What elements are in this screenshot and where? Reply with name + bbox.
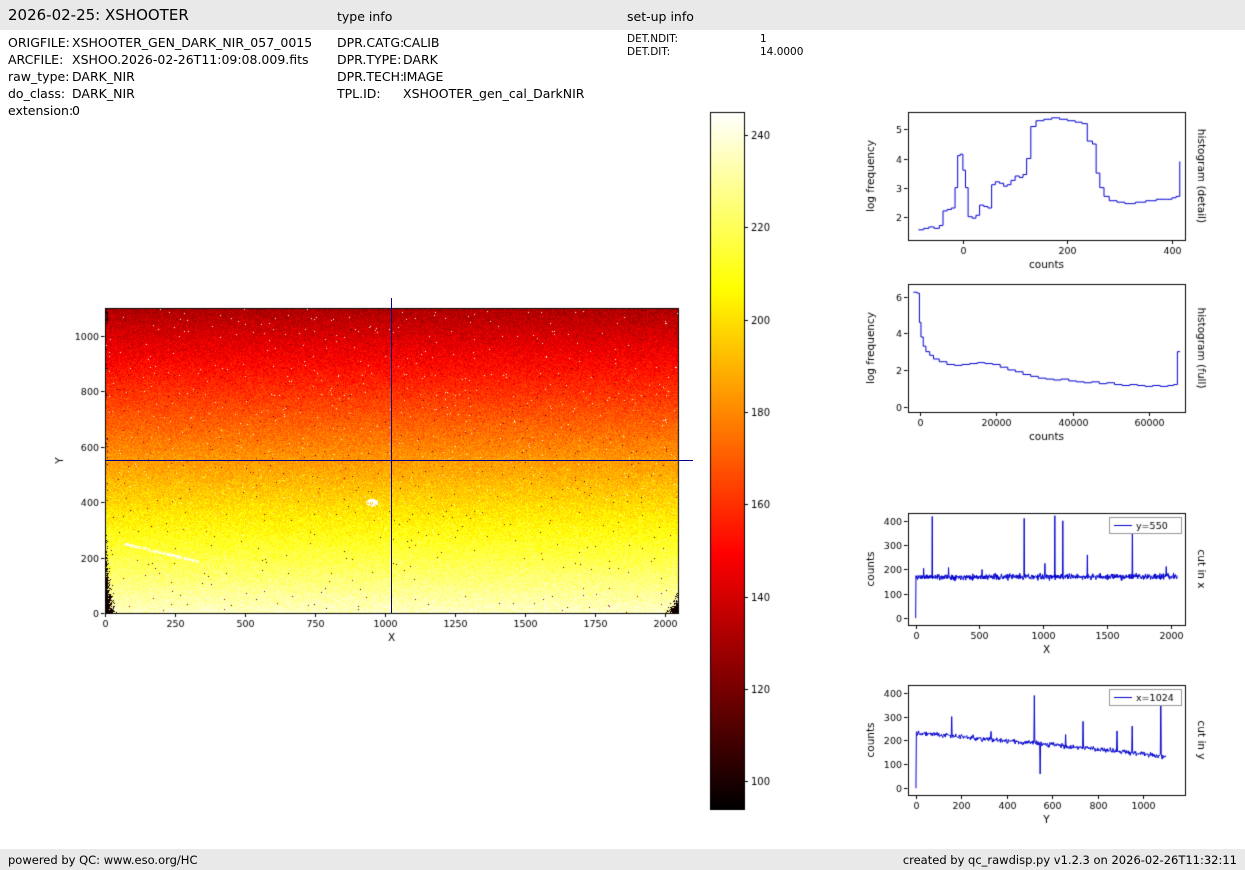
meta-det-ndit: DET.NDIT: 1 (627, 33, 803, 46)
crosshair-horizontal-line (105, 460, 693, 461)
cut-in-y-chart (855, 674, 1245, 849)
meta-extension: extension: 0 (8, 102, 312, 119)
meta-tpl-id: TPL.ID: XSHOOTER_gen_cal_DarkNIR (337, 85, 584, 102)
meta-dpr-tech: DPR.TECH: IMAGE (337, 68, 584, 85)
meta-label: TPL.ID: (337, 86, 381, 101)
meta-raw-type: raw_type: DARK_NIR (8, 68, 312, 85)
histogram-full-chart (855, 272, 1245, 460)
type-info-heading: type info (337, 9, 393, 24)
meta-label: DPR.TYPE: (337, 52, 402, 67)
meta-do-class: do_class: DARK_NIR (8, 85, 312, 102)
setup-info-heading: set-up info (627, 9, 694, 24)
type-info-block: DPR.CATG: CALIB DPR.TYPE: DARK DPR.TECH: IM… (337, 34, 584, 102)
detector-image-canvas (35, 295, 715, 660)
meta-value: 14.0000 (760, 46, 804, 58)
meta-value: XSHOOTER_GEN_DARK_NIR_057_0015 (72, 35, 313, 50)
meta-value: 1 (760, 33, 767, 45)
meta-label: raw_type: (8, 69, 70, 84)
meta-value: DARK_NIR (72, 86, 135, 101)
meta-value: XSHOOTER_gen_cal_DarkNIR (403, 86, 585, 101)
footer-created-by: created by qc_rawdisp.py v1.2.3 on 2026-… (902, 853, 1237, 867)
meta-label: ORIGFILE: (8, 35, 70, 50)
meta-value: 0 (72, 103, 80, 118)
meta-value: DARK_NIR (72, 69, 135, 84)
histogram-detail-canvas (855, 100, 1245, 288)
meta-value: XSHOO.2026-02-26T11:09:08.009.fits (72, 52, 309, 67)
footer-powered-by: powered by QC: www.eso.org/HC (8, 853, 198, 867)
meta-label: extension: (8, 103, 74, 118)
setup-info-block: DET.NDIT: 1 DET.DIT: 14.0000 (627, 33, 803, 59)
meta-value: CALIB (403, 35, 440, 50)
detector-image-heatmap (35, 295, 715, 660)
colorbar (700, 100, 820, 815)
footer-bar: powered by QC: www.eso.org/HC created by… (0, 849, 1245, 870)
meta-dpr-catg: DPR.CATG: CALIB (337, 34, 584, 51)
meta-label: DET.NDIT: (627, 33, 679, 45)
meta-label: DPR.CATG: (337, 35, 405, 50)
crosshair-vertical-line (391, 298, 392, 613)
meta-dpr-type: DPR.TYPE: DARK (337, 51, 584, 68)
colorbar-canvas (700, 100, 820, 815)
meta-origfile: ORIGFILE: XSHOOTER_GEN_DARK_NIR_057_0015 (8, 34, 312, 51)
file-metadata-block: ORIGFILE: XSHOOTER_GEN_DARK_NIR_057_0015 … (8, 34, 312, 119)
histogram-detail-chart (855, 100, 1245, 288)
meta-label: DET.DIT: (627, 46, 671, 58)
cut-in-y-canvas (855, 674, 1245, 849)
meta-value: DARK (403, 52, 438, 67)
cut-in-x-canvas (855, 500, 1245, 688)
meta-det-dit: DET.DIT: 14.0000 (627, 46, 803, 59)
meta-label: DPR.TECH: (337, 69, 405, 84)
page-title: 2026-02-25: XSHOOTER (8, 6, 189, 24)
meta-arcfile: ARCFILE: XSHOO.2026-02-26T11:09:08.009.fi… (8, 51, 312, 68)
header-bar: 2026-02-25: XSHOOTER type info set-up in… (0, 0, 1245, 30)
meta-value: IMAGE (403, 69, 444, 84)
histogram-full-canvas (855, 272, 1245, 460)
meta-label: ARCFILE: (8, 52, 64, 67)
cut-in-x-chart (855, 500, 1245, 688)
meta-label: do_class: (8, 86, 66, 101)
